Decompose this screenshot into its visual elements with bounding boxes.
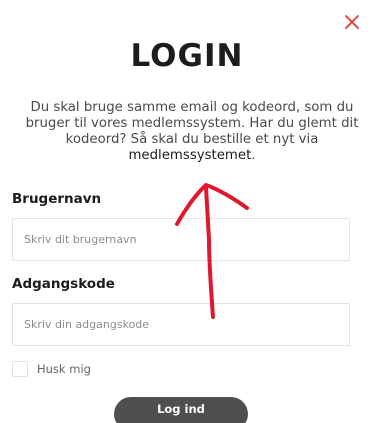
username-input[interactable] — [12, 218, 350, 261]
username-label: Brugernavn — [12, 191, 102, 207]
remember-me-label: Husk mig — [37, 362, 91, 376]
close-icon[interactable] — [342, 12, 362, 32]
intro-text-end: . — [251, 148, 256, 163]
page-title: LOGIN — [130, 38, 244, 74]
login-modal: LOGIN Du skal bruge samme email og kodeo… — [0, 0, 374, 423]
checkbox-box[interactable] — [12, 361, 28, 377]
password-label: Adgangskode — [12, 276, 115, 292]
password-input[interactable] — [12, 303, 350, 346]
login-button[interactable]: Log ind — [114, 397, 248, 423]
intro-text: Du skal bruge samme email og kodeord, so… — [12, 100, 372, 164]
members-system-link[interactable]: medlemssystemet — [128, 148, 251, 163]
intro-text-start: Du skal bruge samme email og kodeord, so… — [25, 100, 359, 147]
remember-me-checkbox[interactable]: Husk mig — [12, 361, 91, 377]
